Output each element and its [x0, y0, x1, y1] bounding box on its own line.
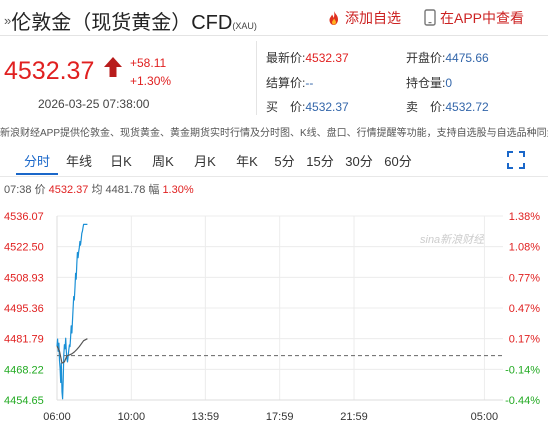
- y-tick-label: 4454.65: [4, 395, 44, 407]
- stat-settle: 结算价:--: [266, 74, 313, 91]
- info-price: 4532.37: [48, 184, 89, 196]
- quote-summary: 4532.37 +58.11 +1.30% 2026-03-25 07:38:0…: [0, 37, 548, 119]
- open-in-app-label: 在APP中查看: [440, 10, 525, 26]
- stat-open: 开盘价:4475.66: [406, 49, 489, 66]
- tab-1[interactable]: 年线: [58, 149, 100, 175]
- page-title: »伦敦金（现货黄金）CFD(XAU): [4, 6, 257, 35]
- y-tick-label: 4468.22: [4, 364, 44, 376]
- y-tick-label: 4508.93: [4, 272, 44, 284]
- x-tick-label: 05:00: [471, 411, 499, 423]
- stat-label: 结算价:: [266, 76, 306, 90]
- app-promo-notice: 新浪财经APP提供伦敦金、现货黄金、黄金期货实时行情及分时图、K线、盘口、行情提…: [0, 128, 548, 139]
- stat-latest: 最新价:4532.37: [266, 49, 349, 66]
- stat-label: 持仓量:: [406, 76, 446, 90]
- add-favorite-button[interactable]: 添加自选: [326, 8, 401, 28]
- y-tick-label: 4522.50: [4, 242, 44, 254]
- tab-6[interactable]: 5分: [268, 149, 301, 175]
- price-line: [56, 223, 88, 400]
- stat-buy: 买 价:4532.37: [266, 98, 349, 115]
- x-tick-label: 13:59: [192, 411, 220, 423]
- pct-tick-label: 0.77%: [509, 272, 540, 284]
- stat-label: 最新价:: [266, 51, 306, 65]
- crosshair-info: 07:38 价 4532.37 均 4481.78 幅 1.30%: [4, 181, 194, 197]
- tab-4[interactable]: 月K: [184, 149, 226, 175]
- stat-value: 0: [445, 76, 453, 90]
- phone-icon: [424, 9, 436, 26]
- tab-2[interactable]: 日K: [100, 149, 142, 175]
- info-amp: 1.30%: [162, 184, 194, 196]
- tab-7[interactable]: 15分: [301, 149, 339, 175]
- stat-label: 买 价:: [266, 100, 306, 114]
- ticker-symbol: (XAU): [232, 21, 257, 31]
- pct-tick-label: 1.38%: [509, 211, 540, 223]
- stat-value: 4532.72: [445, 100, 489, 114]
- pct-tick-label: -0.14%: [505, 364, 540, 376]
- pct-tick-label: 0.17%: [509, 334, 540, 346]
- y-tick-label: 4495.36: [4, 303, 44, 315]
- stat-sell: 卖 价:4532.72: [406, 98, 489, 115]
- x-tick-label: 21:59: [340, 411, 368, 423]
- x-tick-label: 17:59: [266, 411, 294, 423]
- watermark: sina新浪财经: [420, 233, 485, 246]
- quote-timestamp: 2026-03-25 07:38:00: [38, 97, 150, 111]
- x-tick-label: 06:00: [43, 411, 71, 423]
- divider: [256, 41, 257, 115]
- tab-9[interactable]: 60分: [379, 149, 417, 175]
- stat-position: 持仓量:0: [406, 74, 452, 91]
- arrow-up-icon: [104, 57, 122, 77]
- pct-tick-label: 1.08%: [509, 242, 540, 254]
- price-change: +58.11 +1.30%: [130, 54, 171, 90]
- tabs-divider: [0, 176, 548, 177]
- current-price: 4532.37: [4, 57, 95, 85]
- tab-0[interactable]: 分时: [16, 149, 58, 175]
- chart-period-tabs: 分时 年线 日K 周K 月K 年K 5分 15分 30分 60分: [16, 149, 417, 175]
- y-tick-label: 4481.79: [4, 334, 44, 346]
- add-favorite-label: 添加自选: [345, 10, 401, 26]
- y-tick-label: 4536.07: [4, 211, 44, 223]
- stat-value: --: [305, 76, 314, 90]
- flame-icon: [329, 11, 338, 25]
- fullscreen-icon[interactable]: [506, 150, 526, 170]
- instrument-name: 伦敦金（现货黄金）CFD: [11, 12, 233, 34]
- info-avg-label: 均: [91, 184, 103, 196]
- stat-value: 4532.37: [305, 100, 349, 114]
- average-line: [56, 338, 88, 364]
- stat-value: 4532.37: [305, 51, 349, 65]
- info-price-label: 价: [34, 184, 46, 196]
- stat-value: 4475.66: [445, 51, 489, 65]
- open-in-app-button[interactable]: 在APP中查看: [424, 8, 524, 28]
- info-amp-label: 幅: [148, 184, 160, 196]
- tab-3[interactable]: 周K: [142, 149, 184, 175]
- tab-5[interactable]: 年K: [226, 149, 268, 175]
- info-avg: 4481.78: [105, 184, 146, 196]
- stat-label: 开盘价:: [406, 51, 446, 65]
- pct-tick-label: -0.44%: [505, 395, 540, 407]
- info-time: 07:38: [4, 184, 32, 196]
- stat-label: 卖 价:: [406, 100, 446, 114]
- change-percent: +1.30%: [130, 74, 172, 88]
- tab-8[interactable]: 30分: [339, 149, 379, 175]
- intraday-chart[interactable]: sina新浪财经 4536.07 1.38% 4522.50 1.08% 4508.93 0…: [0, 200, 548, 423]
- x-tick-label: 10:00: [118, 411, 146, 423]
- quote-header: »伦敦金（现货黄金）CFD(XAU) 添加自选 在APP中查看: [0, 0, 548, 36]
- pct-tick-label: 0.47%: [509, 303, 540, 315]
- change-value: +58.11: [130, 56, 167, 70]
